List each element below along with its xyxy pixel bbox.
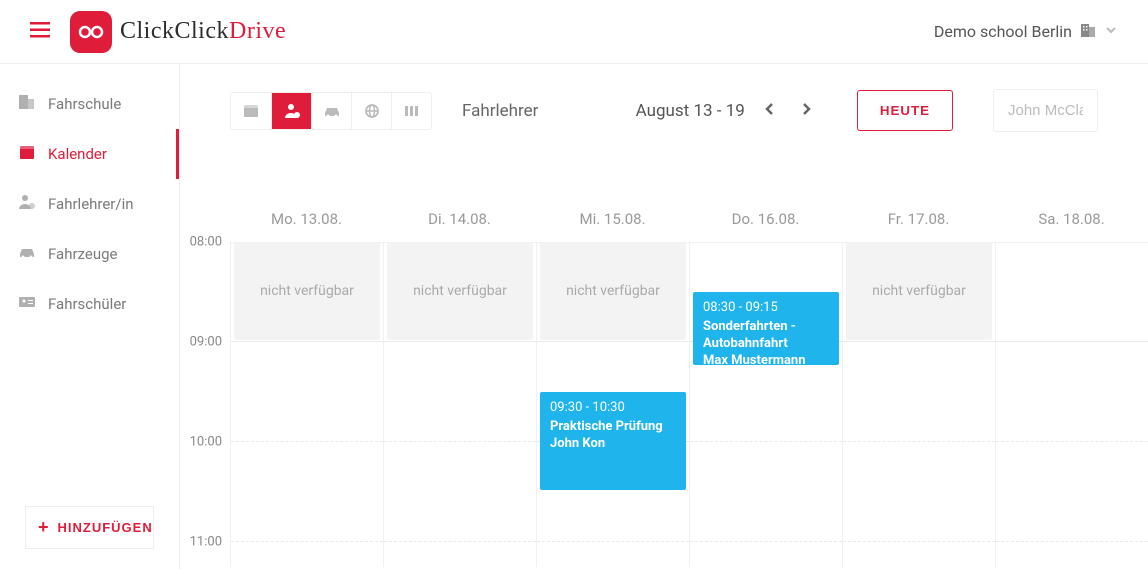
search-input[interactable] bbox=[993, 89, 1098, 132]
day-column[interactable]: nicht verfügbar bbox=[383, 242, 536, 567]
logo-text: ClickClickDrive bbox=[120, 18, 286, 45]
plus-icon: + bbox=[38, 517, 50, 538]
day-header: Mo. 13.08. bbox=[230, 204, 383, 242]
sidebar-item-fahrlehrer[interactable]: Fahrlehrer/in bbox=[0, 179, 179, 229]
time-label: 09:00 bbox=[190, 335, 222, 350]
sidebar-item-fahrzeuge[interactable]: Fahrzeuge bbox=[0, 229, 179, 279]
view-vehicle[interactable] bbox=[311, 93, 351, 129]
view-calendar[interactable] bbox=[231, 93, 271, 129]
sidebar-item-fahrschule[interactable]: Fahrschule bbox=[0, 79, 179, 129]
calendar-event[interactable]: 09:30 - 10:30 Praktische PrüfungJohn Kon bbox=[540, 392, 686, 490]
day-column[interactable]: nicht verfügbar bbox=[842, 242, 995, 567]
id-card-icon bbox=[18, 293, 36, 315]
view-instructor[interactable] bbox=[271, 93, 311, 129]
view-list[interactable] bbox=[391, 93, 431, 129]
add-button-label: HINZUFÜGEN bbox=[58, 520, 153, 535]
sidebar-item-label: Kalender bbox=[48, 145, 107, 163]
sidebar-item-kalender[interactable]: Kalender bbox=[0, 129, 179, 179]
add-button[interactable]: + HINZUFÜGEN bbox=[25, 506, 154, 549]
day-column[interactable]: nicht verfügbar bbox=[230, 242, 383, 567]
unavailable-block: nicht verfügbar bbox=[387, 242, 533, 340]
day-header: Do. 16.08. bbox=[689, 204, 842, 242]
building-icon bbox=[1080, 22, 1096, 42]
unavailable-block: nicht verfügbar bbox=[846, 242, 992, 340]
event-time: 08:30 - 09:15 bbox=[703, 300, 829, 317]
view-globe[interactable] bbox=[351, 93, 391, 129]
logo-icon bbox=[70, 11, 112, 53]
day-column[interactable]: nicht verfügbar 09:30 - 10:30 Praktische P… bbox=[536, 242, 689, 567]
unavailable-block: nicht verfügbar bbox=[234, 242, 380, 340]
day-column[interactable]: 08:30 - 09:15 Sonderfahrten - Autobahnfah… bbox=[689, 242, 842, 567]
school-name: Demo school Berlin bbox=[934, 22, 1072, 41]
event-person: Max Mustermann bbox=[703, 353, 829, 365]
calendar-event[interactable]: 08:30 - 09:15 Sonderfahrten - Autobahnfah… bbox=[693, 292, 839, 365]
sidebar-item-fahrschueler[interactable]: Fahrschüler bbox=[0, 279, 179, 329]
sidebar-item-label: Fahrschüler bbox=[48, 295, 126, 313]
time-label: 08:00 bbox=[190, 235, 222, 250]
day-header: Di. 14.08. bbox=[383, 204, 536, 242]
building-icon bbox=[18, 93, 36, 115]
logo[interactable]: ClickClickDrive bbox=[70, 11, 286, 53]
date-range: August 13 - 19 bbox=[636, 101, 745, 121]
day-header: Mi. 15.08. bbox=[536, 204, 689, 242]
next-week[interactable] bbox=[795, 97, 817, 125]
today-button[interactable]: HEUTE bbox=[857, 90, 953, 131]
sidebar-item-label: Fahrzeuge bbox=[48, 245, 117, 263]
sidebar-item-label: Fahrlehrer/in bbox=[48, 195, 134, 213]
time-label: 10:00 bbox=[190, 435, 222, 450]
day-column[interactable] bbox=[995, 242, 1148, 567]
chevron-down-icon bbox=[1104, 22, 1118, 41]
time-label: 11:00 bbox=[190, 535, 222, 550]
prev-week[interactable] bbox=[759, 97, 781, 125]
toolbar-label: Fahrlehrer bbox=[462, 101, 538, 121]
school-selector[interactable]: Demo school Berlin bbox=[934, 22, 1118, 42]
event-time: 09:30 - 10:30 bbox=[550, 400, 676, 417]
car-icon bbox=[18, 243, 36, 265]
unavailable-block: nicht verfügbar bbox=[540, 242, 686, 340]
menu-toggle[interactable] bbox=[30, 22, 50, 42]
view-switcher bbox=[230, 92, 432, 130]
calendar-icon bbox=[18, 143, 36, 165]
day-header: Sa. 18.08. bbox=[995, 204, 1148, 242]
event-person: John Kon bbox=[550, 436, 676, 453]
event-title: Sonderfahrten - Autobahnfahrt bbox=[703, 319, 829, 353]
person-icon bbox=[18, 193, 36, 215]
event-title: Praktische Prüfung bbox=[550, 419, 676, 436]
day-header: Fr. 17.08. bbox=[842, 204, 995, 242]
sidebar-item-label: Fahrschule bbox=[48, 95, 121, 113]
